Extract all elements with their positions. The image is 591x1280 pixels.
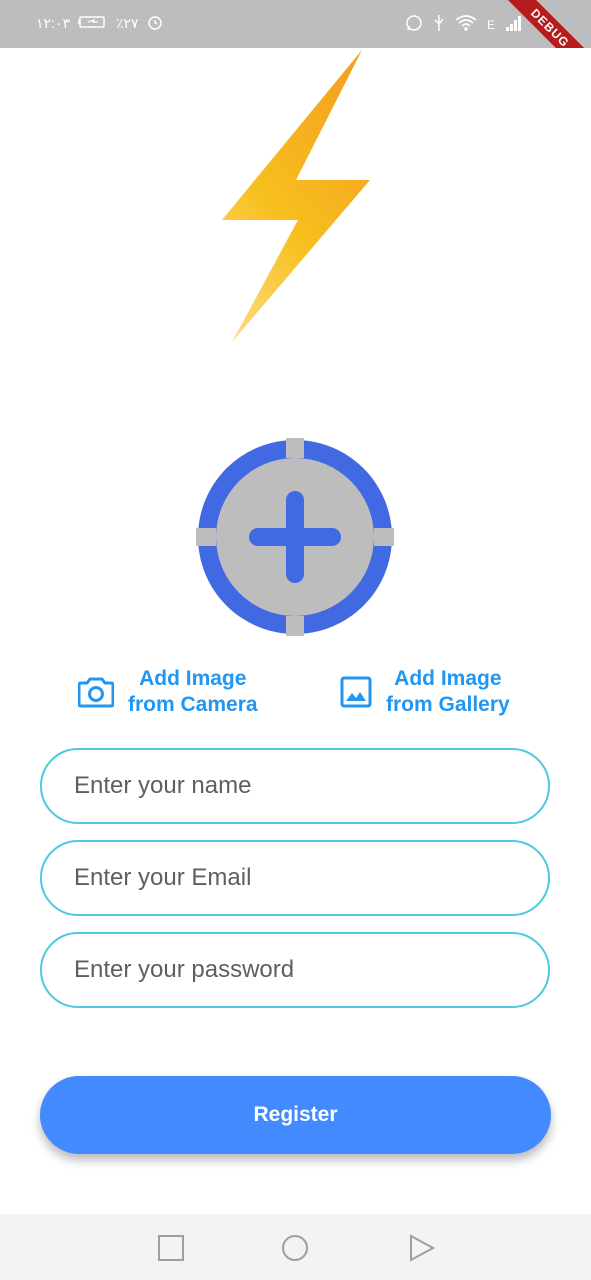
status-right: E	[405, 14, 523, 35]
battery-percent: ٪٢٧	[115, 15, 139, 31]
camera-label: Add Image from Camera	[128, 666, 258, 718]
status-left: ١٢:٠٣ ٪٢٧	[36, 14, 163, 33]
register-button[interactable]: Register	[40, 1076, 551, 1154]
whatsapp-icon	[405, 14, 423, 35]
usb-icon	[433, 14, 445, 35]
camera-icon	[78, 677, 114, 708]
system-nav-bar	[0, 1214, 591, 1280]
gallery-label: Add Image from Gallery	[386, 666, 510, 718]
email-input[interactable]	[40, 840, 550, 916]
gallery-image-icon	[340, 676, 372, 708]
avatar-add-button[interactable]	[196, 438, 394, 636]
recents-square-icon[interactable]	[157, 1234, 185, 1262]
back-triangle-icon[interactable]	[408, 1234, 436, 1262]
wifi-icon	[455, 14, 477, 35]
gallery-label-line2: from Gallery	[386, 693, 510, 716]
camera-label-line2: from Camera	[128, 693, 258, 716]
alarm-icon	[147, 14, 163, 33]
password-input[interactable]	[40, 932, 550, 1008]
battery-icon	[77, 15, 108, 32]
status-bar: ١٢:٠٣ ٪٢٧ E DEBUG	[0, 0, 591, 48]
signal-label: E	[486, 17, 495, 32]
add-image-camera-button[interactable]: Add Image from Camera	[78, 666, 258, 718]
lightning-logo-icon	[210, 48, 380, 348]
status-time: ١٢:٠٣	[36, 15, 70, 31]
camera-label-line1: Add Image	[139, 667, 247, 690]
signal-icon	[505, 14, 523, 35]
gallery-label-line1: Add Image	[394, 667, 502, 690]
name-input[interactable]	[40, 748, 550, 824]
add-circle-icon	[196, 438, 394, 636]
image-source-actions: Add Image from Camera Add Image from Gal…	[0, 666, 591, 726]
add-image-gallery-button[interactable]: Add Image from Gallery	[340, 666, 510, 718]
home-circle-icon[interactable]	[281, 1234, 309, 1262]
